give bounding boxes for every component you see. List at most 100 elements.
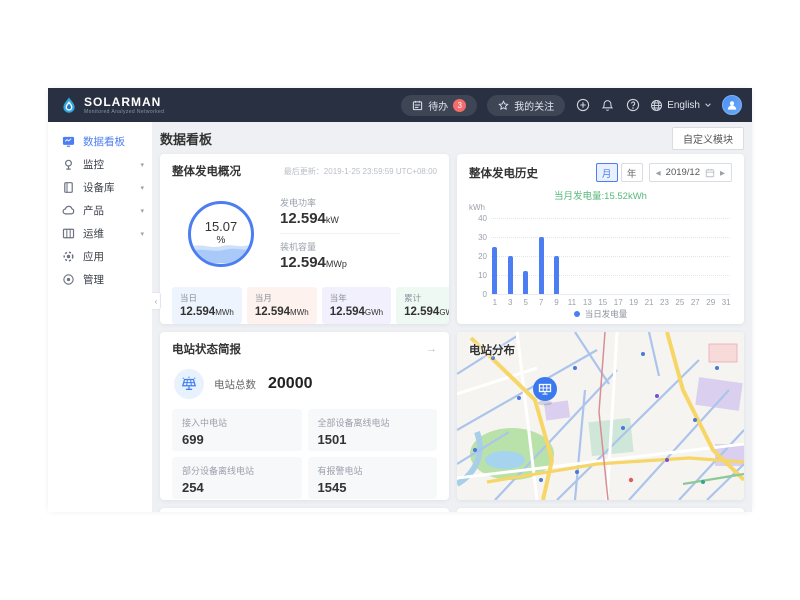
follow-label: 我的关注 xyxy=(514,98,554,113)
y-tick-label: 20 xyxy=(467,252,487,261)
tile-label: 当日 xyxy=(180,292,234,304)
overview-metric: 装机容量12.594MWp xyxy=(280,240,400,271)
metric-unit: kW xyxy=(326,215,339,225)
date-picker[interactable]: ◀ 2019/12 ▶ xyxy=(649,163,732,182)
x-tick-label: 27 xyxy=(687,298,703,307)
chevron-down-icon xyxy=(704,101,712,109)
status-tile-label: 全部设备离线电站 xyxy=(318,416,428,429)
todo-label: 待办 xyxy=(428,98,448,113)
dashboard-icon xyxy=(62,135,75,148)
overview-metrics: 发电功率12.594kW装机容量12.594MWp xyxy=(280,196,400,271)
clipboard-icon xyxy=(412,100,423,111)
main-content: 数据看板 自定义模块 整体发电概况 最后更新：2019-1-25 23:59:5… xyxy=(152,122,752,512)
sidebar-item-5[interactable]: 运维▾ xyxy=(48,222,152,245)
x-tick-label: 23 xyxy=(656,298,672,307)
tile-value: 12.594MWh xyxy=(180,306,234,318)
status-tile: 接入中电站 699 xyxy=(172,409,302,451)
energy-tile: 当月12.594MWh xyxy=(247,287,317,324)
customize-modules-button[interactable]: 自定义模块 xyxy=(672,127,744,150)
tile-unit: GWh xyxy=(439,308,449,317)
x-tick-label: 15 xyxy=(595,298,611,307)
overview-tiles: 当日12.594MWh当月12.594MWh当年12.594GWh累计12.59… xyxy=(160,287,449,324)
overview-card-title: 整体发电概况 xyxy=(172,163,241,179)
sidebar-item-3[interactable]: 设备库▾ xyxy=(48,176,152,199)
add-button[interactable] xyxy=(575,98,590,113)
sidebar-collapse-handle[interactable]: ‹ xyxy=(152,292,161,310)
metric-value: 12.594kW xyxy=(280,210,400,227)
todo-button[interactable]: 待办 3 xyxy=(401,95,477,116)
notifications-button[interactable] xyxy=(600,98,615,113)
chevron-down-icon: ▾ xyxy=(140,161,144,169)
tile-unit: MWh xyxy=(290,308,309,317)
gridline-0 xyxy=(491,294,730,295)
status-tile-value: 1501 xyxy=(318,432,428,447)
next-card-partial xyxy=(457,508,744,512)
overview-card: 整体发电概况 最后更新：2019-1-25 23:59:59 UTC+08:00 xyxy=(160,154,449,324)
status-card-title: 电站状态简报 xyxy=(172,341,241,357)
question-circle-icon xyxy=(626,98,640,112)
x-tick-label: 29 xyxy=(703,298,719,307)
y-tick-label: 0 xyxy=(467,290,487,299)
generation-gauge: 15.07 % xyxy=(188,201,254,267)
status-detail-arrow[interactable]: → xyxy=(426,344,437,355)
x-tick-label: 19 xyxy=(626,298,642,307)
prev-period-arrow[interactable]: ◀ xyxy=(656,169,661,177)
admin-icon xyxy=(62,273,75,286)
follow-button[interactable]: 我的关注 xyxy=(487,95,565,116)
tile-unit: MWh xyxy=(215,308,234,317)
next-card-partial xyxy=(160,508,449,512)
app-window: SOLARMAN Monitored Analyzed Networked 待办… xyxy=(48,88,752,512)
date-value: 2019/12 xyxy=(666,167,700,178)
status-tile-label: 有报警电站 xyxy=(318,464,428,477)
x-tick-label: 9 xyxy=(549,298,565,307)
gauge-value: 15.07 xyxy=(205,220,238,235)
y-tick-label: 30 xyxy=(467,233,487,242)
droplet-icon xyxy=(60,96,78,114)
toggle-年[interactable]: 年 xyxy=(621,163,643,182)
language-selector[interactable]: English xyxy=(650,99,712,112)
plus-circle-icon xyxy=(576,98,590,112)
x-tick-label: 5 xyxy=(518,298,534,307)
bell-icon xyxy=(601,99,614,112)
device-library-icon xyxy=(62,181,75,194)
chevron-down-icon: ▾ xyxy=(140,207,144,215)
sidebar-item-6[interactable]: 应用 xyxy=(48,245,152,268)
gridline-40 xyxy=(491,218,730,219)
plant-badge xyxy=(174,369,204,399)
language-label: English xyxy=(667,100,700,111)
tile-label: 累计 xyxy=(404,292,449,304)
sidebar-item-label: 产品 xyxy=(83,203,104,218)
last-update: 最后更新：2019-1-25 23:59:59 UTC+08:00 xyxy=(284,166,437,177)
chart-legend: 当日发电量 xyxy=(465,308,736,320)
bar-day-3 xyxy=(508,256,513,294)
sidebar-menu: 数据看板监控▾设备库▾产品▾运维▾应用管理 xyxy=(48,130,152,291)
x-tick-label: 13 xyxy=(579,298,595,307)
x-tick-label: 1 xyxy=(487,298,503,307)
toggle-月[interactable]: 月 xyxy=(596,163,618,182)
globe-icon xyxy=(650,99,663,112)
x-tick-label: 31 xyxy=(718,298,734,307)
bar-day-9 xyxy=(554,256,559,294)
sidebar-item-4[interactable]: 产品 ▾ xyxy=(48,199,152,222)
status-tile-label: 接入中电站 xyxy=(182,416,292,429)
user-avatar[interactable] xyxy=(722,95,742,115)
operations-icon xyxy=(62,227,75,240)
sidebar-item-7[interactable]: 管理 xyxy=(48,268,152,291)
sidebar-item-label: 管理 xyxy=(83,272,104,287)
tile-value: 12.594MWh xyxy=(255,306,309,318)
x-tick-label: 7 xyxy=(533,298,549,307)
x-tick-label: 11 xyxy=(564,298,580,307)
tile-label: 当年 xyxy=(330,292,383,304)
x-tick-label: 21 xyxy=(641,298,657,307)
next-period-arrow[interactable]: ▶ xyxy=(720,169,725,177)
help-button[interactable] xyxy=(625,98,640,113)
status-tile-value: 699 xyxy=(182,432,292,447)
sidebar-item-label: 运维 xyxy=(83,226,104,241)
sidebar-item-2[interactable]: 监控▾ xyxy=(48,153,152,176)
y-tick-label: 40 xyxy=(467,214,487,223)
y-tick-label: 10 xyxy=(467,271,487,280)
sidebar-item-1[interactable]: 数据看板 xyxy=(48,130,152,153)
brand-logo: SOLARMAN Monitored Analyzed Networked xyxy=(60,96,164,115)
sidebar-item-label: 应用 xyxy=(83,249,104,264)
generation-bar-chart: kWh 403020100135791113151719212325272931… xyxy=(465,202,736,322)
